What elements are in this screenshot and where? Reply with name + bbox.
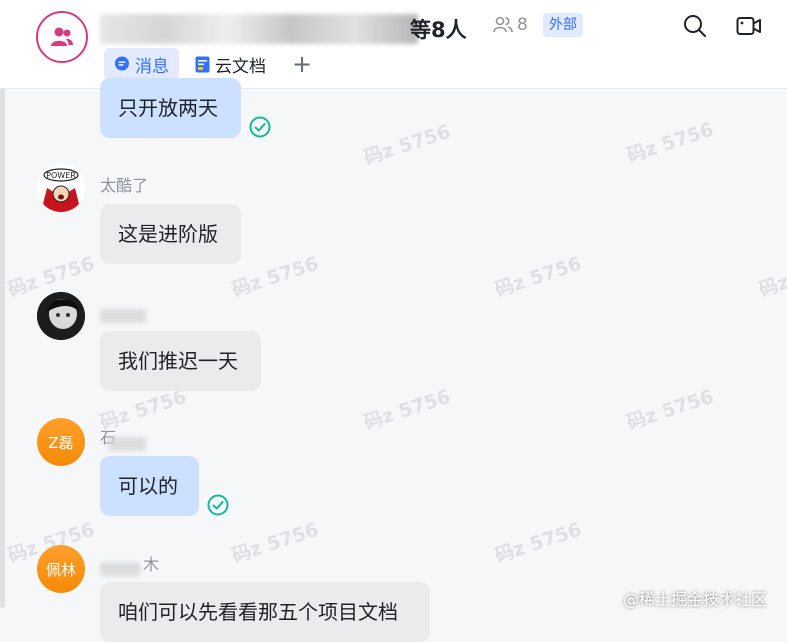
message-bubble[interactable]: 这是进阶版 bbox=[100, 204, 241, 264]
watermark: 码z 5756 bbox=[361, 385, 454, 435]
tab-messages[interactable]: 消息 bbox=[104, 48, 179, 80]
watermark: 码z 5756 bbox=[361, 120, 454, 170]
read-check-icon bbox=[249, 116, 271, 138]
chat-header: 等8人 8 外部 消息 云文档 + bbox=[0, 0, 787, 89]
message-text: 咱们可以先看看那五个项目文档 bbox=[118, 600, 398, 624]
sender-name: 木 bbox=[143, 555, 160, 574]
scrollbar[interactable] bbox=[0, 88, 5, 608]
watermark: 码z 5756 bbox=[229, 518, 322, 568]
avatar-initials: Z磊 bbox=[48, 433, 74, 452]
message-text: 只开放两天 bbox=[118, 96, 218, 120]
user-photo-avatar bbox=[37, 292, 85, 340]
sender-name-blurred bbox=[100, 309, 146, 323]
message-bubble[interactable]: 咱们可以先看看那五个项目文档 bbox=[100, 582, 430, 642]
sender-name: 太酷了 bbox=[100, 176, 149, 195]
group-users-icon bbox=[51, 27, 73, 46]
message-bubble[interactable]: 只开放两天 bbox=[100, 78, 241, 138]
group-name-blurred bbox=[100, 14, 418, 44]
watermark: 码z 5756 bbox=[756, 253, 787, 302]
add-tab-button[interactable]: + bbox=[292, 48, 312, 80]
avatar-initials: 佩林 bbox=[45, 560, 76, 579]
avatar[interactable]: POWER bbox=[37, 164, 85, 212]
message-text: 这是进阶版 bbox=[118, 222, 218, 246]
search-icon[interactable] bbox=[682, 13, 708, 39]
external-tag: 外部 bbox=[543, 13, 583, 37]
chat-tabs: 消息 云文档 + bbox=[104, 48, 312, 80]
avatar[interactable]: 佩林 bbox=[37, 545, 85, 593]
sender-name-blurred bbox=[100, 562, 140, 576]
watermark: 码z 5756 bbox=[492, 252, 585, 302]
sender-name-blurred bbox=[108, 437, 146, 451]
chat-bubble-icon bbox=[115, 56, 129, 71]
watermark: 码z 5756 bbox=[229, 252, 322, 302]
avatar[interactable]: Z磊 bbox=[37, 418, 85, 466]
tab-docs-label: 云文档 bbox=[215, 56, 266, 77]
message-text: 我们推迟一天 bbox=[118, 349, 238, 373]
message-text: 可以的 bbox=[118, 474, 178, 498]
tab-docs[interactable]: 云文档 bbox=[185, 48, 276, 80]
watermark: 码z 5756 bbox=[492, 518, 585, 568]
group-title[interactable]: 等8人 bbox=[410, 14, 467, 44]
tab-messages-label: 消息 bbox=[135, 56, 169, 77]
member-count[interactable]: 8 bbox=[493, 15, 528, 35]
power-sticker-avatar: POWER bbox=[37, 164, 85, 212]
svg-text:POWER: POWER bbox=[46, 171, 76, 180]
watermark: 码z 5756 bbox=[624, 118, 717, 168]
members-icon bbox=[493, 16, 513, 33]
read-check-icon bbox=[207, 494, 229, 516]
site-watermark: @稀土掘金技术社区 bbox=[622, 590, 767, 609]
group-avatar[interactable] bbox=[36, 11, 88, 63]
watermark: 码z 5756 bbox=[624, 385, 717, 435]
doc-icon bbox=[195, 56, 210, 72]
message-bubble[interactable]: 我们推迟一天 bbox=[100, 331, 261, 391]
video-call-icon[interactable] bbox=[736, 13, 762, 39]
message-bubble[interactable]: 可以的 bbox=[100, 456, 199, 516]
avatar[interactable] bbox=[37, 292, 85, 340]
member-count-value: 8 bbox=[517, 15, 528, 35]
